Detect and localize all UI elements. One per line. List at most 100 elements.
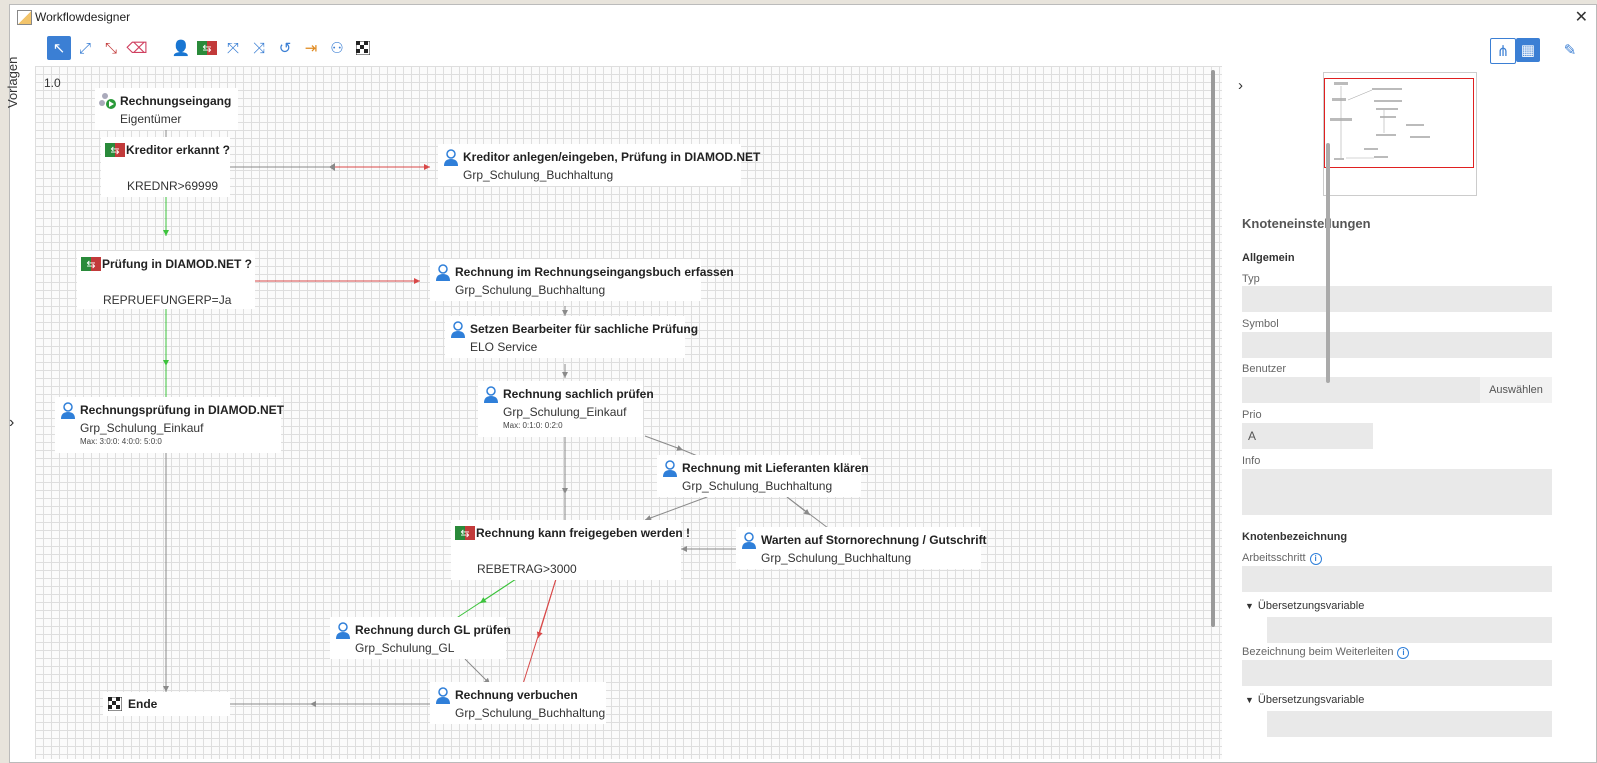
- select-tool-icon[interactable]: ↖: [47, 36, 71, 60]
- node-sachlich-pruefen[interactable]: Rechnung sachlich prüfen Grp_Schulung_Ei…: [478, 381, 654, 437]
- edge: [464, 658, 491, 685]
- window-title: Workflowdesigner: [35, 10, 131, 24]
- translation-expander[interactable]: ▼ Übersetzungsvariable: [1245, 600, 1364, 612]
- select-user-button[interactable]: Auswählen: [1480, 377, 1552, 403]
- node-title: Rechnung sachlich prüfen: [503, 387, 654, 401]
- forward-label-row: Bezeichnung beim Weiterleiten i: [1242, 646, 1410, 659]
- node-condition: REBETRAG>3000: [477, 562, 577, 576]
- subworkflow-node-tool-icon[interactable]: ⇥: [299, 36, 323, 60]
- title-bar: Workflowdesigner ✕: [10, 5, 1596, 29]
- node-kreditor-anlegen[interactable]: Kreditor anlegen/eingeben, Prüfung in DI…: [438, 144, 760, 186]
- connect-tool-icon[interactable]: ⤢: [73, 36, 97, 60]
- node-lieferanten-klaeren[interactable]: Rechnung mit Lieferanten klären Grp_Schu…: [657, 455, 869, 497]
- node-subtitle: Grp_Schulung_Buchhaltung: [455, 706, 606, 720]
- collapse-panel-icon[interactable]: ›: [1238, 77, 1243, 94]
- edit-settings-icon[interactable]: ✎: [1558, 38, 1582, 62]
- node-ende[interactable]: Ende: [103, 692, 230, 716]
- step-label: Arbeitsschritt: [1242, 552, 1306, 564]
- edge: [536, 578, 557, 639]
- app-icon: [17, 10, 32, 25]
- svg-text:⇆: ⇆: [460, 527, 469, 540]
- prio-field[interactable]: [1242, 423, 1373, 449]
- grid-toggle-icon[interactable]: ▦: [1516, 38, 1540, 62]
- person-node-tool-icon[interactable]: 👤: [169, 36, 193, 60]
- edge: [786, 496, 811, 516]
- person-icon: [336, 622, 350, 639]
- join-node-tool-icon[interactable]: ⤨: [247, 36, 271, 60]
- translation-label: Übersetzungsvariable: [1257, 600, 1365, 612]
- close-icon[interactable]: ✕: [1575, 7, 1588, 27]
- node-subtitle: Grp_Schulung_GL: [355, 641, 455, 655]
- person-icon: [484, 386, 498, 403]
- node-rechnungseingangsbuch[interactable]: Rechnung im Rechnungseingangsbuch erfass…: [430, 259, 734, 301]
- error-connect-tool-icon[interactable]: ⤡: [99, 36, 123, 60]
- minimap-viewport[interactable]: [1324, 78, 1474, 168]
- node-title: Kreditor erkannt ?: [126, 143, 231, 157]
- end-node-tool-icon[interactable]: [351, 36, 375, 60]
- decision-node-tool-icon[interactable]: ⇆: [195, 36, 219, 60]
- decision-icon: ⇆: [455, 526, 475, 540]
- node-title: Rechnung kann freigegeben werden !: [476, 526, 691, 540]
- node-pruefung-diamod[interactable]: ⇆ Prüfung in DIAMOD.NET ? REPRUEFUNGERP=…: [77, 251, 255, 309]
- checkered-flag-icon: [108, 697, 122, 711]
- node-condition: REPRUEFUNGERP=Ja: [103, 293, 232, 307]
- expand-left-icon[interactable]: ›: [9, 414, 14, 432]
- node-verbuchen[interactable]: Rechnung verbuchen Grp_Schulung_Buchhalt…: [430, 682, 606, 724]
- eraser-tool-icon[interactable]: ⌫: [125, 36, 149, 60]
- user-field[interactable]: [1242, 377, 1480, 403]
- workflow-canvas[interactable]: 1.0 Rechnungseingang Eigentümer ⇆ Kredit…: [35, 66, 1242, 759]
- person-icon: [451, 321, 465, 338]
- person-icon: [436, 687, 450, 704]
- symbol-field[interactable]: [1242, 332, 1552, 358]
- node-stornorechnung[interactable]: Warten auf Stornorechnung / Gutschrift G…: [736, 527, 987, 569]
- info-label: Info: [1242, 455, 1261, 467]
- node-deadline: Max: 3:0:0: 4:0:0: 5:0:0: [80, 437, 162, 446]
- node-title: Kreditor anlegen/eingeben, Prüfung in DI…: [463, 150, 761, 164]
- edge-arrow: [329, 163, 335, 171]
- user-label: Benutzer: [1242, 363, 1287, 375]
- layout-tree-icon[interactable]: ⋔: [1490, 38, 1516, 64]
- chevron-down-icon: ▼: [1245, 601, 1254, 611]
- node-title: Rechnungseingang: [120, 94, 232, 108]
- translation-field[interactable]: [1267, 617, 1552, 643]
- node-setzen-bearbeiter[interactable]: Setzen Bearbeiter für sachliche Prüfung …: [445, 316, 698, 358]
- symbol-label: Symbol: [1242, 318, 1279, 330]
- forward-label: Bezeichnung beim Weiterleiten: [1242, 646, 1394, 658]
- node-subtitle: ELO Service: [470, 340, 538, 354]
- node-rechnungspruefung-diamod[interactable]: Rechnungsprüfung in DIAMOD.NET Grp_Schul…: [55, 397, 284, 453]
- node-title: Prüfung in DIAMOD.NET ?: [102, 257, 252, 271]
- svg-text:⇆: ⇆: [110, 144, 119, 157]
- edge: [644, 435, 684, 451]
- split-node-tool-icon[interactable]: ⤧: [221, 36, 245, 60]
- node-rechnungseingang[interactable]: Rechnungseingang Eigentümer: [95, 88, 238, 130]
- minimap[interactable]: [1323, 72, 1477, 196]
- node-kreditor-erkannt[interactable]: ⇆ Kreditor erkannt ? KREDNR>69999: [101, 137, 230, 197]
- type-field[interactable]: [1242, 286, 1552, 312]
- general-section-title: Allgemein: [1242, 252, 1295, 264]
- canvas-scrollbar[interactable]: [1211, 70, 1215, 627]
- step-field[interactable]: [1242, 566, 1552, 592]
- forward-field[interactable]: [1242, 660, 1552, 686]
- panel-scrollbar[interactable]: [1326, 143, 1330, 383]
- translation-expander-2[interactable]: ▼ Übersetzungsvariable: [1245, 694, 1364, 706]
- loop-node-tool-icon[interactable]: ↺: [273, 36, 297, 60]
- node-title: Rechnung durch GL prüfen: [355, 623, 511, 637]
- distribution-node-tool-icon[interactable]: ⚇: [325, 36, 349, 60]
- node-title: Rechnung mit Lieferanten klären: [682, 461, 869, 475]
- templates-side-tab[interactable]: Vorlagen: [5, 52, 27, 112]
- node-subtitle: Eigentümer: [120, 112, 182, 126]
- translation-field-2[interactable]: [1267, 711, 1552, 737]
- prio-label: Prio: [1242, 409, 1262, 421]
- node-freigegeben[interactable]: ⇆ Rechnung kann freigegeben werden ! REB…: [451, 520, 690, 580]
- info-field[interactable]: [1242, 469, 1552, 515]
- chevron-down-icon: ▼: [1245, 695, 1254, 705]
- edge: [644, 496, 708, 521]
- node-gl-pruefen[interactable]: Rechnung durch GL prüfen Grp_Schulung_GL: [330, 617, 511, 659]
- info-icon[interactable]: i: [1397, 647, 1410, 659]
- node-subtitle: Grp_Schulung_Buchhaltung: [761, 551, 912, 565]
- node-title: Rechnung im Rechnungseingangsbuch erfass…: [455, 265, 734, 279]
- panel-heading: Knoteneinstellungen: [1242, 216, 1371, 231]
- svg-text:⇆: ⇆: [202, 42, 211, 55]
- info-icon[interactable]: i: [1309, 553, 1322, 565]
- person-icon: [436, 264, 450, 281]
